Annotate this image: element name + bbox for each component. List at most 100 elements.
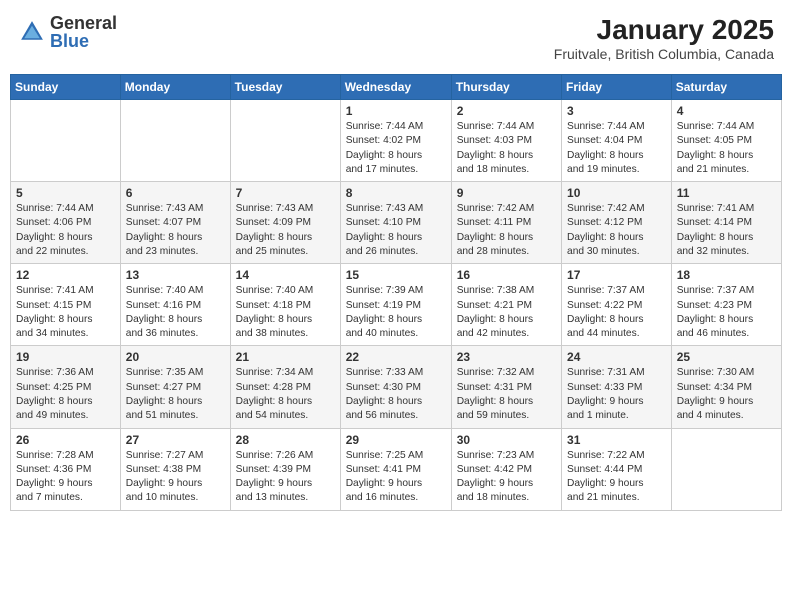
day-info: Sunrise: 7:37 AM Sunset: 4:23 PM Dayligh… <box>677 284 776 341</box>
day-info: Sunrise: 7:42 AM Sunset: 4:11 PM Dayligh… <box>457 202 556 259</box>
day-info: Sunrise: 7:25 AM Sunset: 4:41 PM Dayligh… <box>346 449 446 506</box>
day-info: Sunrise: 7:30 AM Sunset: 4:34 PM Dayligh… <box>677 366 776 423</box>
calendar-cell: 13 Sunrise: 7:40 AM Sunset: 4:16 PM Dayli… <box>120 264 230 346</box>
calendar-cell: 21 Sunrise: 7:34 AM Sunset: 4:28 PM Dayli… <box>230 346 340 428</box>
calendar-cell: 28 Sunrise: 7:26 AM Sunset: 4:39 PM Dayli… <box>230 428 340 510</box>
day-number: 17 <box>567 268 666 282</box>
day-number: 28 <box>236 433 335 447</box>
day-info: Sunrise: 7:36 AM Sunset: 4:25 PM Dayligh… <box>16 366 115 423</box>
calendar-cell: 12Sunrise: 7:41 AM Sunset: 4:15 PM Dayli… <box>11 264 121 346</box>
calendar-cell <box>230 100 340 182</box>
day-info: Sunrise: 7:40 AM Sunset: 4:16 PM Dayligh… <box>126 284 225 341</box>
day-number: 27 <box>126 433 225 447</box>
day-number: 10 <box>567 186 666 200</box>
day-number: 3 <box>567 104 666 118</box>
day-info: Sunrise: 7:31 AM Sunset: 4:33 PM Dayligh… <box>567 366 666 423</box>
day-number: 18 <box>677 268 776 282</box>
weekday-header: Monday <box>120 75 230 100</box>
day-number: 2 <box>457 104 556 118</box>
day-info: Sunrise: 7:43 AM Sunset: 4:09 PM Dayligh… <box>236 202 335 259</box>
day-number: 25 <box>677 350 776 364</box>
calendar-cell: 7 Sunrise: 7:43 AM Sunset: 4:09 PM Daylig… <box>230 182 340 264</box>
day-number: 6 <box>126 186 225 200</box>
day-info: Sunrise: 7:23 AM Sunset: 4:42 PM Dayligh… <box>457 449 556 506</box>
day-number: 5 <box>16 186 115 200</box>
calendar-cell: 24 Sunrise: 7:31 AM Sunset: 4:33 PM Dayli… <box>562 346 672 428</box>
day-info: Sunrise: 7:32 AM Sunset: 4:31 PM Dayligh… <box>457 366 556 423</box>
day-number: 8 <box>346 186 446 200</box>
day-info: Sunrise: 7:43 AM Sunset: 4:10 PM Dayligh… <box>346 202 446 259</box>
calendar-cell <box>11 100 121 182</box>
calendar-cell: 11 Sunrise: 7:41 AM Sunset: 4:14 PM Dayli… <box>671 182 781 264</box>
day-number: 21 <box>236 350 335 364</box>
day-info: Sunrise: 7:44 AM Sunset: 4:03 PM Dayligh… <box>457 120 556 177</box>
calendar-cell: 8 Sunrise: 7:43 AM Sunset: 4:10 PM Daylig… <box>340 182 451 264</box>
day-info: Sunrise: 7:26 AM Sunset: 4:39 PM Dayligh… <box>236 449 335 506</box>
calendar-cell: 27 Sunrise: 7:27 AM Sunset: 4:38 PM Dayli… <box>120 428 230 510</box>
calendar-cell: 30 Sunrise: 7:23 AM Sunset: 4:42 PM Dayli… <box>451 428 561 510</box>
day-number: 13 <box>126 268 225 282</box>
calendar-cell: 31Sunrise: 7:22 AM Sunset: 4:44 PM Dayli… <box>562 428 672 510</box>
logo-icon <box>18 18 46 46</box>
day-number: 7 <box>236 186 335 200</box>
logo: General Blue <box>18 14 117 50</box>
calendar-cell <box>671 428 781 510</box>
day-number: 14 <box>236 268 335 282</box>
calendar-cell: 19 Sunrise: 7:36 AM Sunset: 4:25 PM Dayli… <box>11 346 121 428</box>
logo-blue-text: Blue <box>50 31 89 51</box>
calendar-week-row: 19 Sunrise: 7:36 AM Sunset: 4:25 PM Dayli… <box>11 346 782 428</box>
calendar-week-row: 26 Sunrise: 7:28 AM Sunset: 4:36 PM Dayli… <box>11 428 782 510</box>
weekday-header: Wednesday <box>340 75 451 100</box>
day-number: 23 <box>457 350 556 364</box>
page-title: January 2025 <box>554 14 774 46</box>
calendar-cell: 15Sunrise: 7:39 AM Sunset: 4:19 PM Dayli… <box>340 264 451 346</box>
calendar-week-row: 1Sunrise: 7:44 AM Sunset: 4:02 PM Daylig… <box>11 100 782 182</box>
calendar-cell: 23 Sunrise: 7:32 AM Sunset: 4:31 PM Dayli… <box>451 346 561 428</box>
page-subtitle: Fruitvale, British Columbia, Canada <box>554 46 774 62</box>
day-info: Sunrise: 7:35 AM Sunset: 4:27 PM Dayligh… <box>126 366 225 423</box>
day-info: Sunrise: 7:34 AM Sunset: 4:28 PM Dayligh… <box>236 366 335 423</box>
calendar-week-row: 12Sunrise: 7:41 AM Sunset: 4:15 PM Dayli… <box>11 264 782 346</box>
day-number: 26 <box>16 433 115 447</box>
weekday-header: Saturday <box>671 75 781 100</box>
day-number: 22 <box>346 350 446 364</box>
day-number: 9 <box>457 186 556 200</box>
weekday-header: Tuesday <box>230 75 340 100</box>
day-info: Sunrise: 7:37 AM Sunset: 4:22 PM Dayligh… <box>567 284 666 341</box>
weekday-header: Thursday <box>451 75 561 100</box>
day-info: Sunrise: 7:33 AM Sunset: 4:30 PM Dayligh… <box>346 366 446 423</box>
day-info: Sunrise: 7:27 AM Sunset: 4:38 PM Dayligh… <box>126 449 225 506</box>
day-number: 12 <box>16 268 115 282</box>
day-number: 19 <box>16 350 115 364</box>
logo-general-text: General <box>50 13 117 33</box>
day-info: Sunrise: 7:44 AM Sunset: 4:05 PM Dayligh… <box>677 120 776 177</box>
day-info: Sunrise: 7:44 AM Sunset: 4:04 PM Dayligh… <box>567 120 666 177</box>
day-number: 24 <box>567 350 666 364</box>
weekday-header: Sunday <box>11 75 121 100</box>
day-number: 11 <box>677 186 776 200</box>
calendar-cell: 18 Sunrise: 7:37 AM Sunset: 4:23 PM Dayli… <box>671 264 781 346</box>
calendar-cell: 20 Sunrise: 7:35 AM Sunset: 4:27 PM Dayli… <box>120 346 230 428</box>
calendar-cell: 25 Sunrise: 7:30 AM Sunset: 4:34 PM Dayli… <box>671 346 781 428</box>
day-number: 29 <box>346 433 446 447</box>
day-number: 30 <box>457 433 556 447</box>
calendar-table: SundayMondayTuesdayWednesdayThursdayFrid… <box>10 74 782 511</box>
calendar-cell: 9 Sunrise: 7:42 AM Sunset: 4:11 PM Daylig… <box>451 182 561 264</box>
calendar-cell: 3 Sunrise: 7:44 AM Sunset: 4:04 PM Daylig… <box>562 100 672 182</box>
calendar-cell <box>120 100 230 182</box>
day-info: Sunrise: 7:28 AM Sunset: 4:36 PM Dayligh… <box>16 449 115 506</box>
day-number: 16 <box>457 268 556 282</box>
calendar-cell: 4Sunrise: 7:44 AM Sunset: 4:05 PM Daylig… <box>671 100 781 182</box>
day-info: Sunrise: 7:44 AM Sunset: 4:02 PM Dayligh… <box>346 120 446 177</box>
calendar-cell: 22 Sunrise: 7:33 AM Sunset: 4:30 PM Dayli… <box>340 346 451 428</box>
calendar-cell: 26 Sunrise: 7:28 AM Sunset: 4:36 PM Dayli… <box>11 428 121 510</box>
day-info: Sunrise: 7:44 AM Sunset: 4:06 PM Dayligh… <box>16 202 115 259</box>
weekday-header: Friday <box>562 75 672 100</box>
day-number: 20 <box>126 350 225 364</box>
day-info: Sunrise: 7:42 AM Sunset: 4:12 PM Dayligh… <box>567 202 666 259</box>
calendar-cell: 6Sunrise: 7:43 AM Sunset: 4:07 PM Daylig… <box>120 182 230 264</box>
day-number: 31 <box>567 433 666 447</box>
day-info: Sunrise: 7:41 AM Sunset: 4:14 PM Dayligh… <box>677 202 776 259</box>
calendar-week-row: 5 Sunrise: 7:44 AM Sunset: 4:06 PM Daylig… <box>11 182 782 264</box>
day-number: 15 <box>346 268 446 282</box>
